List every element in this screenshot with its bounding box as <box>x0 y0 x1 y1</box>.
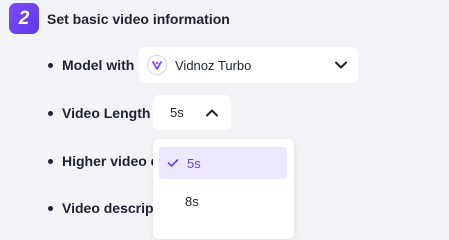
length-option-label: 5s <box>187 155 201 171</box>
length-option-8s[interactable]: 8s <box>159 185 287 217</box>
bullet-icon <box>48 205 53 211</box>
step-header: 2 Set basic video information <box>9 3 230 34</box>
chevron-up-icon <box>205 108 219 117</box>
video-description-label: Video descript <box>62 200 159 216</box>
video-length-select[interactable]: 5s <box>153 95 231 130</box>
higher-quality-label: Higher video q <box>62 153 160 169</box>
video-length-dropdown: 5s 8s <box>153 139 294 239</box>
video-length-label: Video Length <box>62 105 151 121</box>
bullet-icon <box>48 158 53 164</box>
video-description-row: Video descript <box>48 200 158 216</box>
bullet-icon <box>48 62 53 68</box>
step-title: Set basic video information <box>47 10 230 27</box>
model-label: Model with <box>62 57 135 73</box>
model-selected-value: Vidnoz Turbo <box>175 57 252 73</box>
length-option-5s[interactable]: 5s <box>159 147 287 179</box>
model-row: Model with <box>48 57 134 73</box>
length-option-label: 8s <box>185 193 199 209</box>
bullet-icon <box>48 110 53 116</box>
model-select[interactable]: Vidnoz Turbo <box>139 47 358 83</box>
step-number-badge: 2 <box>9 3 39 34</box>
chevron-down-icon <box>334 61 348 70</box>
vidnoz-logo-icon <box>147 55 167 75</box>
check-icon <box>167 158 187 168</box>
higher-quality-row: Higher video q <box>48 153 159 169</box>
video-length-selected-value: 5s <box>170 105 184 120</box>
video-length-row: Video Length <box>48 105 150 121</box>
